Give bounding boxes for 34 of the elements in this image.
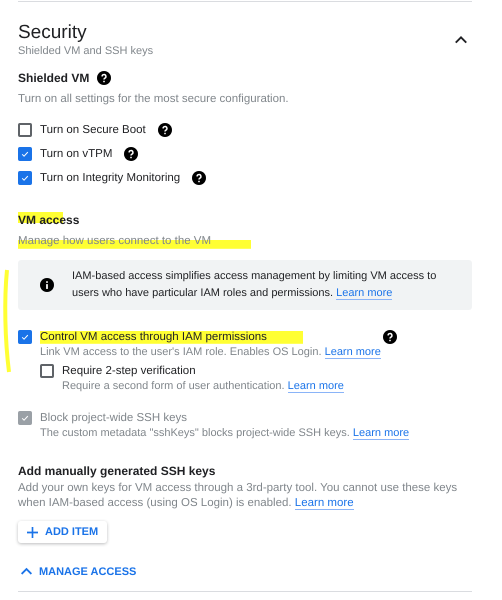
option-description: Link VM access to the user's IAM role. Enables OS Login. Learn more (40, 345, 382, 360)
option-description: Require a second form of user authentication. Learn more (62, 379, 345, 394)
checkbox-label: Turn on vTPM (40, 147, 112, 162)
checkbox[interactable] (18, 171, 32, 185)
learn-more-link[interactable]: Learn more (324, 346, 381, 359)
subsection-title: Add manually generated SSH keys (18, 463, 216, 479)
checkbox[interactable] (18, 123, 32, 137)
checkbox-label: Block project-wide SSH keys (40, 411, 187, 426)
section-subtitle: Shielded VM and SSH keys (18, 45, 154, 57)
help-icon[interactable] (382, 330, 397, 344)
manage-access-toggle[interactable]: MANAGE ACCESS (18, 565, 138, 578)
checkbox[interactable] (18, 330, 32, 344)
checkbox-label: Turn on Integrity Monitoring (40, 171, 180, 186)
help-icon[interactable] (97, 71, 112, 85)
section-title: Security (18, 22, 88, 44)
help-icon[interactable] (192, 171, 206, 185)
subsection-title: Shielded VM (18, 70, 90, 86)
plus-icon (27, 526, 38, 538)
info-text: IAM-based access simplifies access management by limiting VM access to users who have particular IAM roles and permissions. Learn more (72, 269, 438, 302)
checkbox-label: Turn on Secure Boot (40, 123, 146, 138)
subsection-description: Turn on all settings for the most secure configuration. (18, 92, 289, 107)
add-item-button[interactable]: ADD ITEM (18, 521, 108, 543)
learn-more-link[interactable]: Learn more (288, 380, 344, 393)
info-icon (40, 278, 54, 292)
checkbox[interactable] (18, 147, 32, 161)
learn-more-link[interactable]: Learn more (336, 287, 392, 300)
subsection-description: Add your own keys for VM access through a 3rd-party tool. You cannot use these keys when IAM-based access (using OS Login) is enabled. Learn more (18, 481, 458, 511)
learn-more-link[interactable]: Learn more (294, 497, 354, 510)
help-icon[interactable] (158, 123, 172, 137)
checkbox-label: Control VM access through IAM permissions (40, 329, 303, 345)
help-icon[interactable] (124, 147, 138, 161)
checkbox-label: Require 2-step verification (62, 364, 196, 379)
checkbox[interactable] (40, 364, 54, 378)
option-description: The custom metadata "sshKeys" blocks project-wide SSH keys. Learn more (40, 426, 410, 441)
